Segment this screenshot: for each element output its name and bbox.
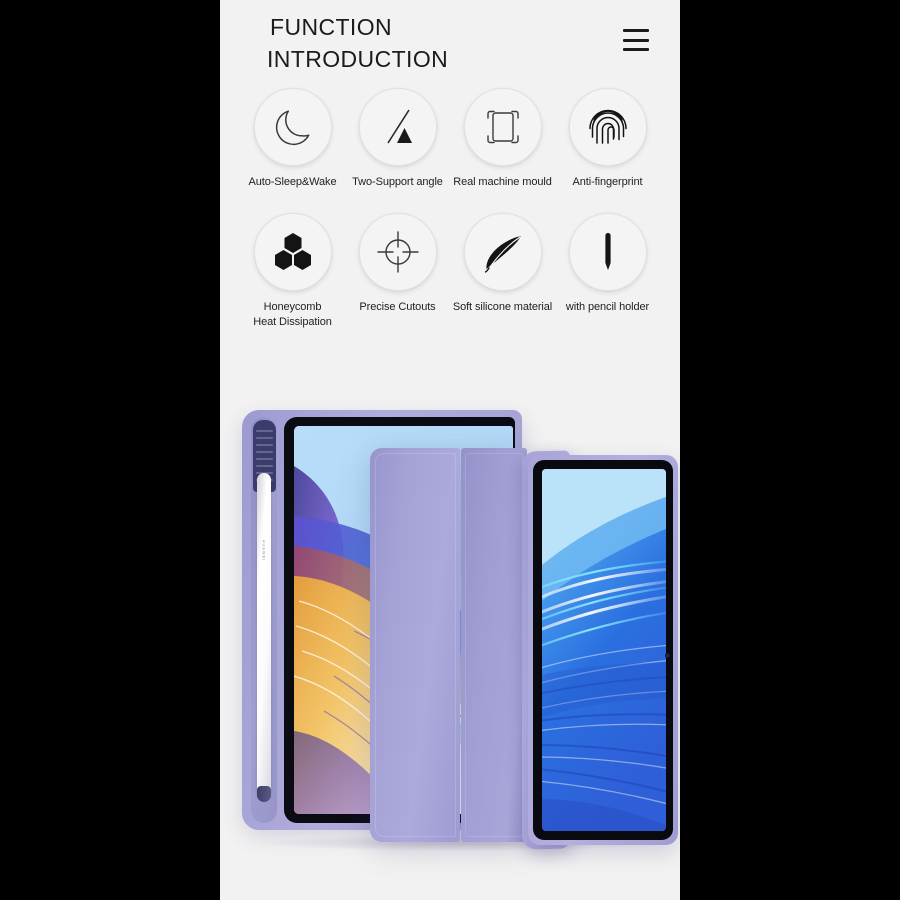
feature-label-line1: with pencil holder (565, 300, 650, 313)
page-title-line2: INTRODUCTION (267, 46, 449, 72)
hamburger-bar-2 (623, 38, 649, 42)
tablet-right-camera-dot (665, 653, 670, 658)
stylus-brand-label: HUAWEI (261, 539, 267, 562)
stylus-pencil: HUAWEI (257, 473, 271, 798)
feature-honeycomb-heat-dissipation[interactable]: Honeycomb Heat Dissipation (242, 212, 343, 331)
feature-label: Auto-Sleep&Wake (248, 176, 337, 188)
feather-icon (463, 212, 542, 291)
feature-label-line1: Honeycomb (263, 300, 322, 313)
feature-two-support-angle[interactable]: Two-Support angle (347, 88, 448, 191)
crosshair-icon (358, 212, 437, 291)
moon-icon (253, 88, 332, 166)
content-panel: FUNCTION INTRODUCTION Auto-Sleep&Wake Tw… (220, 0, 680, 900)
feature-label-line1: Precise Cutouts (359, 300, 436, 313)
stylus-pencil-tip (257, 786, 271, 802)
fingerprint-icon (568, 88, 647, 166)
stand-angle-icon (358, 88, 437, 166)
feature-row-2: Honeycomb Heat Dissipation Precise Cutou… (220, 212, 680, 331)
page-title: FUNCTION INTRODUCTION (267, 11, 448, 75)
feature-soft-silicone-material[interactable]: Soft silicone material (452, 212, 553, 331)
honeycomb-icon (253, 212, 332, 291)
feature-with-pencil-holder[interactable]: with pencil holder (557, 212, 658, 331)
feature-label: with pencil holder (566, 300, 649, 316)
feature-label-line2: Heat Dissipation (253, 316, 332, 328)
feature-label-line1: Soft silicone material (452, 300, 553, 313)
feature-label: Precise Cutouts (359, 300, 435, 316)
feature-label: Soft silicone material (453, 300, 552, 316)
feature-auto-sleep-wake[interactable]: Auto-Sleep&Wake (242, 88, 343, 191)
product-photo: HUAWEI (220, 355, 680, 900)
feature-label: Two-Support angle (352, 176, 443, 188)
pencil-icon (568, 212, 647, 291)
folded-case-cover (370, 448, 530, 842)
hamburger-bar-1 (623, 29, 649, 32)
feature-grid: Auto-Sleep&Wake Two-Support angle Real m… (220, 88, 680, 331)
tablet-right-with-case (528, 455, 678, 845)
page-title-line1: FUNCTION (270, 14, 393, 40)
cover-fold-panel-1 (370, 448, 460, 842)
cover-fold-panel-2 (461, 448, 527, 842)
hamburger-bar-3 (623, 48, 649, 51)
feature-label: Real machine mould (453, 176, 552, 188)
device-mould-icon (463, 88, 542, 166)
header: FUNCTION INTRODUCTION (220, 0, 680, 86)
hamburger-menu-icon[interactable] (623, 29, 649, 51)
feature-label: Honeycomb Heat Dissipation (253, 300, 332, 331)
wallpaper-blue-waves (542, 469, 666, 831)
tablet-right-screen (542, 469, 666, 831)
feature-row-1: Auto-Sleep&Wake Two-Support angle Real m… (220, 88, 680, 191)
feature-label: Anti-fingerprint (572, 176, 643, 188)
screenshot-stage: FUNCTION INTRODUCTION Auto-Sleep&Wake Tw… (0, 0, 900, 900)
feature-anti-fingerprint[interactable]: Anti-fingerprint (557, 88, 658, 191)
feature-real-machine-mould[interactable]: Real machine mould (452, 88, 553, 191)
feature-precise-cutouts[interactable]: Precise Cutouts (347, 212, 448, 331)
